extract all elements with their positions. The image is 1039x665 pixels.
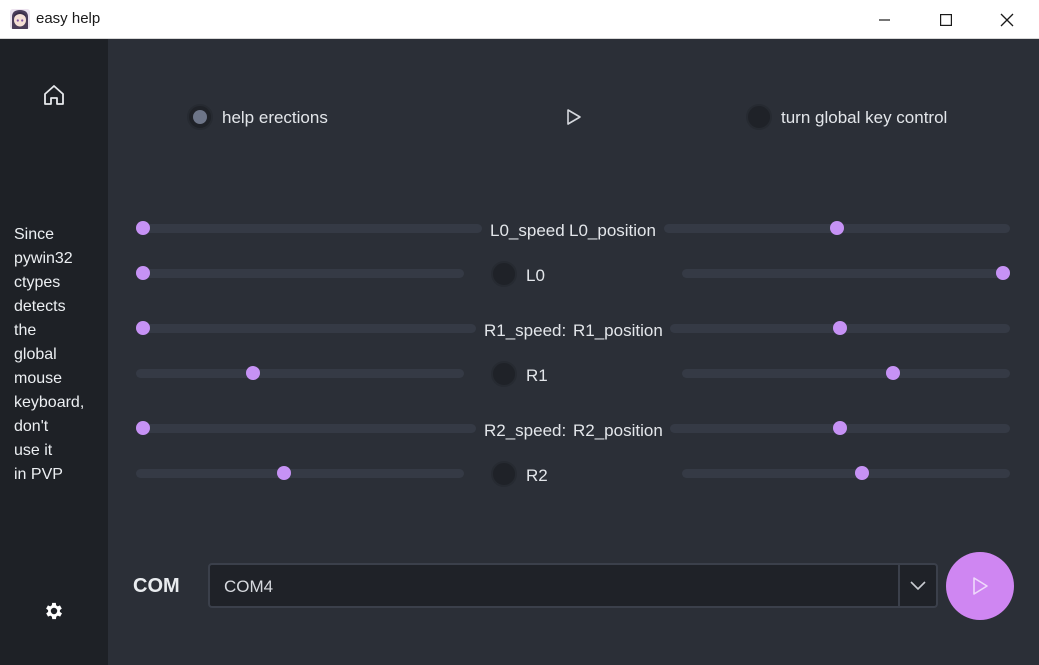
close-button[interactable] xyxy=(984,0,1030,39)
window-title: easy help xyxy=(36,10,101,27)
slider-handle[interactable] xyxy=(833,321,847,335)
R1-toggle[interactable] xyxy=(491,361,517,387)
home-icon xyxy=(44,85,64,105)
anime-avatar-icon xyxy=(10,9,30,29)
slider-track xyxy=(136,369,464,378)
gear-icon xyxy=(46,602,62,620)
global-key-control-label: turn global key control xyxy=(781,108,948,127)
start-button[interactable] xyxy=(563,106,585,128)
close-icon xyxy=(1000,13,1014,26)
warning-line: the xyxy=(14,322,37,339)
warning-line: Since xyxy=(14,226,55,243)
R2-speed-label: R2_speed: xyxy=(484,421,567,440)
global-key-control-toggle[interactable] xyxy=(746,104,772,130)
dropdown-button[interactable] xyxy=(898,565,936,606)
maximize-icon xyxy=(940,13,952,26)
minimize-icon xyxy=(879,18,890,21)
warning-line: mouse xyxy=(14,370,63,387)
warning-line: use it xyxy=(14,442,53,459)
slider-handle[interactable] xyxy=(136,221,150,235)
warning-line: in PVP xyxy=(14,466,63,483)
play-icon xyxy=(567,109,581,125)
home-button[interactable] xyxy=(38,79,70,111)
help-erections-label: help erections xyxy=(222,108,328,127)
com-label: COM xyxy=(133,575,180,597)
slider-track xyxy=(682,269,1010,278)
slider-handle[interactable] xyxy=(830,221,844,235)
warning-line: don't xyxy=(14,418,49,435)
R1-toggle-label: R1 xyxy=(526,366,548,385)
main-panel: help erections turn global key control L… xyxy=(108,39,1039,665)
sidebar: Since pywin32 ctypes detects the global … xyxy=(0,39,108,665)
slider-handle[interactable] xyxy=(136,321,150,335)
L0-position-label: L0_position xyxy=(569,221,656,240)
R1-secondary-right-slider[interactable] xyxy=(682,366,1010,380)
L0-toggle-label: L0 xyxy=(526,266,545,285)
slider-track xyxy=(682,369,1010,378)
com-port-value: COM4 xyxy=(224,577,274,596)
minimize-button[interactable] xyxy=(862,0,908,39)
R2-toggle-label: R2 xyxy=(526,466,548,485)
warning-line: detects xyxy=(14,298,66,315)
R2-position-slider[interactable] xyxy=(670,421,1010,435)
L0-toggle[interactable] xyxy=(491,261,517,287)
L0-secondary-left-slider[interactable] xyxy=(136,266,464,280)
R1-speed-slider[interactable] xyxy=(136,321,476,335)
slider-track xyxy=(136,324,476,333)
slider-track xyxy=(136,269,464,278)
slider-handle[interactable] xyxy=(245,366,260,380)
warning-line: pywin32 xyxy=(14,250,73,267)
maximize-button[interactable] xyxy=(923,0,969,39)
warning-line: keyboard, xyxy=(14,394,85,411)
R2-position-label: R2_position xyxy=(573,421,663,440)
R2-speed-slider[interactable] xyxy=(136,421,476,435)
pvp-warning-text: Since pywin32 ctypes detects the global … xyxy=(14,223,104,487)
title-bar: easy help xyxy=(0,0,1039,39)
L0-speed-label: L0_speed xyxy=(490,221,565,240)
slider-handle[interactable] xyxy=(854,466,869,480)
help-erections-toggle[interactable] xyxy=(187,104,213,130)
L0-speed-slider[interactable] xyxy=(136,221,482,235)
L0-secondary-right-slider[interactable] xyxy=(682,266,1010,280)
R2-secondary-right-slider[interactable] xyxy=(682,466,1010,480)
slider-handle[interactable] xyxy=(996,266,1010,280)
slider-handle[interactable] xyxy=(136,266,150,280)
R1-position-slider[interactable] xyxy=(670,321,1010,335)
slider-track xyxy=(136,469,464,478)
R2-secondary-left-slider[interactable] xyxy=(136,466,464,480)
R1-secondary-left-slider[interactable] xyxy=(136,366,464,380)
com-port-select[interactable]: COM4 xyxy=(208,563,938,608)
settings-button[interactable] xyxy=(40,597,68,625)
slider-handle[interactable] xyxy=(886,366,901,380)
slider-handle[interactable] xyxy=(833,421,847,435)
L0-position-slider[interactable] xyxy=(664,221,1010,235)
R2-toggle[interactable] xyxy=(491,461,517,487)
slider-track xyxy=(136,224,482,233)
slider-handle[interactable] xyxy=(136,421,150,435)
R1-speed-label: R1_speed: xyxy=(484,321,567,340)
slider-track xyxy=(136,424,476,433)
play-icon xyxy=(973,577,988,595)
warning-line: global xyxy=(14,346,57,363)
R1-position-label: R1_position xyxy=(573,321,663,340)
slider-track xyxy=(682,469,1010,478)
chevron-down-icon xyxy=(910,580,926,590)
warning-line: ctypes xyxy=(14,274,61,291)
run-button[interactable] xyxy=(946,552,1014,620)
